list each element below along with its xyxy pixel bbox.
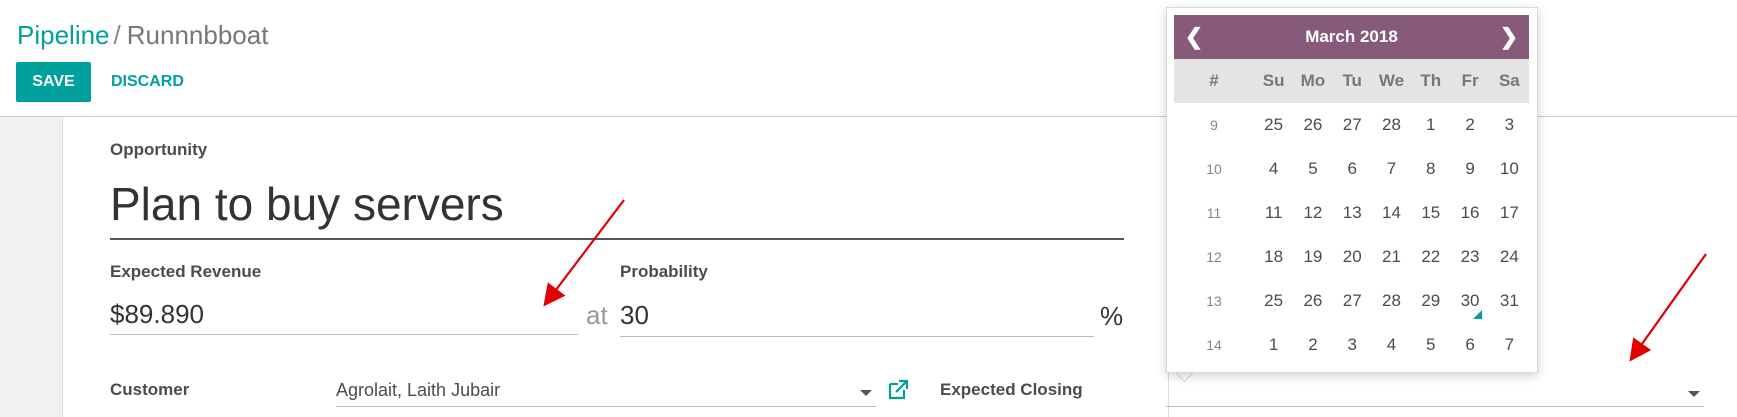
week-number: 9 (1210, 117, 1218, 133)
customer-dropdown-caret-icon[interactable] (860, 390, 872, 396)
datepicker-week-row: 10 4 5 6 7 8 9 10 (1174, 147, 1529, 191)
calendar-day[interactable]: 2 (1450, 115, 1489, 135)
calendar-day[interactable]: 28 (1372, 115, 1411, 135)
week-number: 13 (1206, 293, 1222, 309)
calendar-day[interactable]: 26 (1293, 115, 1332, 135)
external-link-icon[interactable] (886, 378, 910, 402)
annotation-arrow-closing (1629, 253, 1707, 362)
calendar-day[interactable]: 1 (1411, 115, 1450, 135)
datepicker-weekday-header: # Su Mo Tu We Th Fr Sa (1174, 59, 1529, 103)
week-number-header: # (1209, 71, 1219, 90)
datepicker-week-row: 14 1 2 3 4 5 6 7 (1174, 323, 1529, 367)
calendar-day[interactable]: 25 (1254, 115, 1293, 135)
weekday-su: Su (1262, 71, 1285, 90)
calendar-day[interactable]: 11 (1254, 203, 1293, 223)
week-number: 12 (1206, 249, 1222, 265)
expected-revenue-label: Expected Revenue (110, 262, 262, 281)
calendar-day[interactable]: 26 (1293, 291, 1332, 311)
save-button[interactable]: SAVE (16, 62, 91, 102)
datepicker-month-switch[interactable]: March 2018 (1305, 27, 1398, 47)
calendar-day-today[interactable]: 30 (1450, 291, 1489, 319)
calendar-day[interactable]: 8 (1411, 159, 1450, 179)
customer-input[interactable]: Agrolait, Laith Jubair (336, 380, 500, 401)
datepicker-days-grid: 9 25 26 27 28 1 2 3 10 4 5 6 7 8 9 10 11 11 12 13 14 15 16 17 12… (1174, 103, 1529, 367)
calendar-day[interactable]: 14 (1372, 203, 1411, 223)
calendar-day[interactable]: 6 (1333, 159, 1372, 179)
calendar-day[interactable]: 23 (1450, 247, 1489, 267)
weekday-mo: Mo (1300, 71, 1326, 90)
weekday-sa: Sa (1498, 71, 1520, 90)
discard-button[interactable]: DISCARD (111, 62, 184, 102)
datepicker-week-row: 12 18 19 20 21 22 23 24 (1174, 235, 1529, 279)
percent-sign: % (1100, 301, 1124, 331)
calendar-day[interactable]: 12 (1293, 203, 1332, 223)
calendar-day[interactable]: 4 (1372, 335, 1411, 355)
calendar-day[interactable]: 7 (1490, 335, 1529, 355)
breadcrumb-current: Runnnbboat (126, 20, 269, 50)
expected-closing-underline (1166, 406, 1704, 407)
calendar-day[interactable]: 19 (1293, 247, 1332, 267)
calendar-day[interactable]: 24 (1490, 247, 1529, 267)
calendar-day[interactable]: 27 (1333, 291, 1372, 311)
expected-revenue-underline (110, 334, 578, 335)
weekday-fr: Fr (1461, 71, 1479, 90)
calendar-day[interactable]: 2 (1293, 335, 1332, 355)
calendar-day[interactable]: 10 (1490, 159, 1529, 179)
calendar-day[interactable]: 3 (1490, 115, 1529, 135)
datepicker-week-row: 9 25 26 27 28 1 2 3 (1174, 103, 1529, 147)
calendar-day[interactable]: 13 (1333, 203, 1372, 223)
calendar-day[interactable]: 22 (1411, 247, 1450, 267)
calendar-day[interactable]: 9 (1450, 159, 1489, 179)
calendar-day[interactable]: 5 (1411, 335, 1450, 355)
form-background-left (0, 117, 63, 417)
week-number: 11 (1206, 205, 1222, 221)
calendar-day[interactable]: 28 (1372, 291, 1411, 311)
opportunity-label: Opportunity (110, 140, 208, 159)
calendar-day[interactable]: 18 (1254, 247, 1293, 267)
breadcrumb-pipeline-link[interactable]: Pipeline (17, 20, 110, 50)
calendar-day[interactable]: 15 (1411, 203, 1450, 223)
calendar-day[interactable]: 6 (1450, 335, 1489, 355)
opportunity-title-underline (110, 238, 1124, 240)
datepicker-week-row: 13 25 26 27 28 29 30 31 (1174, 279, 1529, 323)
chevron-left-icon[interactable]: ❮ (1174, 15, 1214, 59)
annotation-arrow-revenue (543, 199, 625, 307)
calendar-day[interactable]: 1 (1254, 335, 1293, 355)
calendar-day[interactable]: 20 (1333, 247, 1372, 267)
expected-closing-dropdown-caret-icon[interactable] (1688, 391, 1700, 397)
calendar-day[interactable]: 27 (1333, 115, 1372, 135)
customer-label: Customer (110, 380, 190, 399)
probability-input[interactable]: 30 (620, 299, 649, 331)
opportunity-title-input[interactable]: Plan to buy servers (110, 176, 504, 232)
datepicker-popup: ❮ March 2018 ❯ # Su Mo Tu We Th Fr Sa 9 2… (1166, 7, 1538, 373)
calendar-day[interactable]: 16 (1450, 203, 1489, 223)
calendar-day[interactable]: 29 (1411, 291, 1450, 311)
datepicker-header: ❮ March 2018 ❯ (1174, 15, 1529, 59)
calendar-day[interactable]: 4 (1254, 159, 1293, 179)
probability-label: Probability (620, 262, 708, 281)
expected-revenue-input[interactable]: $89.890 (110, 298, 204, 330)
chevron-right-icon[interactable]: ❯ (1489, 15, 1529, 59)
weekday-we: We (1378, 71, 1405, 90)
expected-closing-label: Expected Closing (940, 380, 1083, 399)
calendar-day[interactable]: 7 (1372, 159, 1411, 179)
calendar-day[interactable]: 25 (1254, 291, 1293, 311)
week-number: 14 (1206, 337, 1222, 353)
calendar-day[interactable]: 5 (1293, 159, 1332, 179)
calendar-day[interactable]: 17 (1490, 203, 1529, 223)
weekday-tu: Tu (1342, 71, 1362, 90)
calendar-day[interactable]: 21 (1372, 247, 1411, 267)
breadcrumb: Pipeline / Runnnbboat (17, 18, 268, 52)
probability-underline (620, 336, 1094, 337)
week-number: 10 (1206, 161, 1222, 177)
weekday-th: Th (1420, 71, 1442, 90)
customer-underline (336, 406, 876, 407)
breadcrumb-separator: / (113, 20, 121, 50)
at-text: at (586, 300, 608, 330)
calendar-day[interactable]: 31 (1490, 291, 1529, 311)
calendar-day[interactable]: 3 (1333, 335, 1372, 355)
datepicker-week-row: 11 11 12 13 14 15 16 17 (1174, 191, 1529, 235)
